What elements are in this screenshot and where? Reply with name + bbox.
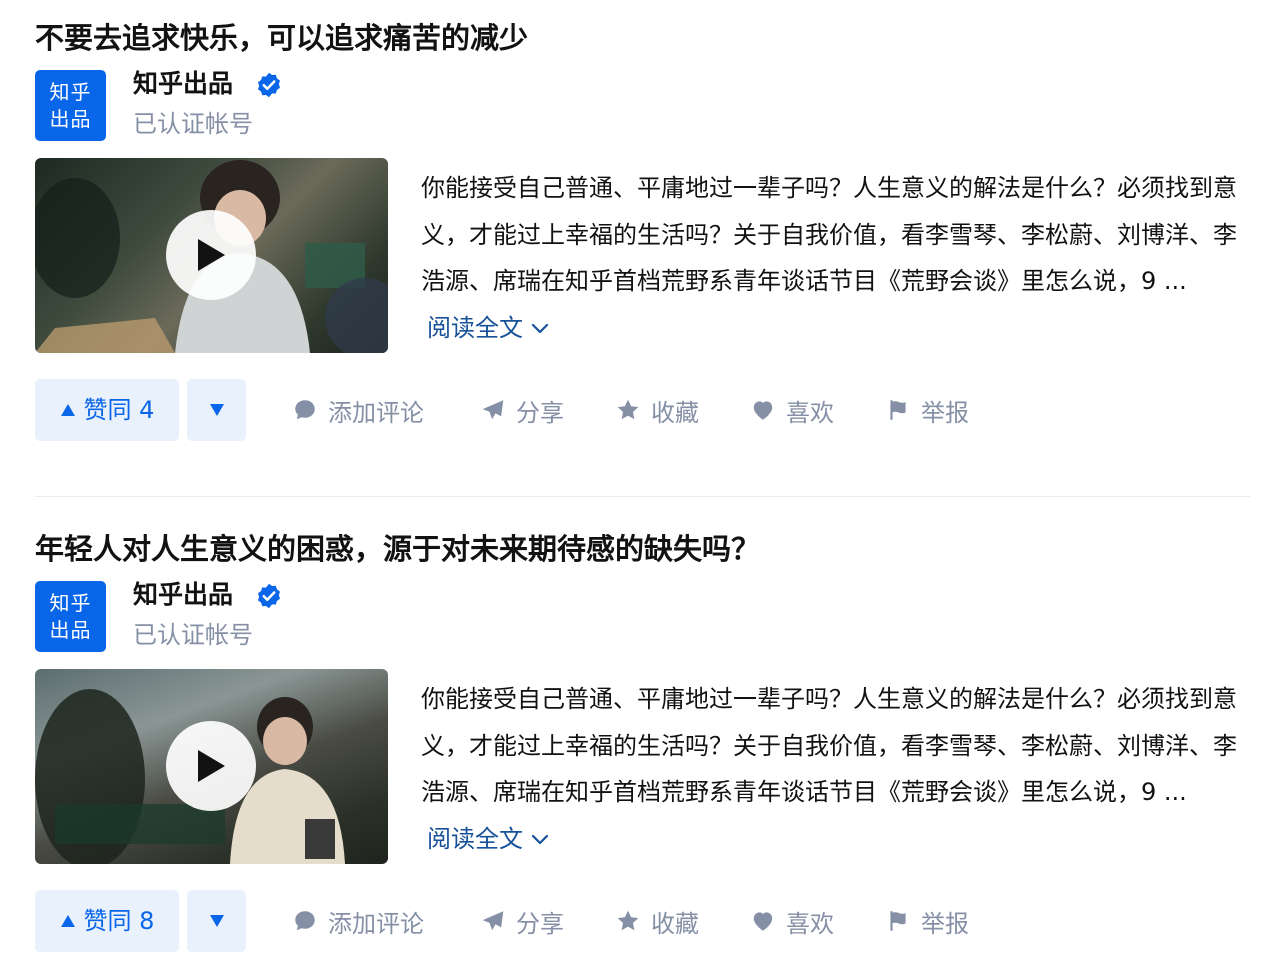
vote-up-label: 赞同 8 (83, 907, 155, 935)
comment-bubble-icon (295, 911, 315, 931)
comment-button[interactable]: 添加评论 (292, 890, 424, 952)
heart-icon (753, 912, 773, 931)
like-button[interactable]: 喜欢 (750, 890, 834, 952)
like-button[interactable]: 喜欢 (750, 379, 834, 441)
share-button[interactable]: 分享 (480, 890, 564, 952)
vote-up-button[interactable]: 赞同 4 (35, 379, 179, 441)
excerpt-text: 你能接受自己普通、平庸地过一辈子吗？人生意义的解法是什么？必须找到意义，才能过上… (421, 685, 1237, 806)
heart-icon (753, 401, 773, 420)
author-badge-text: 已认证帐号 (133, 110, 253, 138)
author-avatar[interactable]: 知乎 出品 (35, 581, 106, 652)
item-excerpt[interactable]: 你能接受自己普通、平庸地过一辈子吗？人生意义的解法是什么？必须找到意义，才能过上… (421, 676, 1241, 862)
author-badge-text: 已认证帐号 (133, 621, 253, 649)
item-title[interactable]: 不要去追求快乐，可以追求痛苦的减少 (35, 18, 528, 58)
play-icon (198, 750, 225, 782)
report-label: 举报 (921, 398, 969, 427)
star-icon (617, 399, 639, 420)
triangle-up-icon (60, 404, 75, 416)
star-icon (617, 910, 639, 931)
report-label: 举报 (921, 909, 969, 938)
vote-down-button[interactable] (187, 379, 246, 441)
paper-plane-icon (482, 911, 504, 931)
collect-button[interactable]: 收藏 (615, 890, 699, 952)
author-avatar[interactable]: 知乎 出品 (35, 70, 106, 141)
vote-up-label: 赞同 4 (83, 396, 155, 424)
item-title[interactable]: 年轻人对人生意义的困惑，源于对未来期待感的缺失吗？ (35, 529, 760, 569)
feed-list: 不要去追求快乐，可以追求痛苦的减少 知乎 出品 知乎出品 已认证帐号 你能接受自… (0, 0, 1280, 971)
excerpt-text: 你能接受自己普通、平庸地过一辈子吗？人生意义的解法是什么？必须找到意义，才能过上… (421, 174, 1237, 295)
triangle-down-icon (209, 915, 224, 927)
read-more-link[interactable]: 阅读全文 (427, 825, 549, 853)
comment-button[interactable]: 添加评论 (292, 379, 424, 441)
triangle-down-icon (209, 404, 224, 416)
comment-label: 添加评论 (328, 398, 424, 427)
share-button[interactable]: 分享 (480, 379, 564, 441)
video-thumbnail[interactable] (35, 669, 388, 864)
comment-label: 添加评论 (328, 909, 424, 938)
item-excerpt[interactable]: 你能接受自己普通、平庸地过一辈子吗？人生意义的解法是什么？必须找到意义，才能过上… (421, 165, 1241, 351)
avatar-text-line2: 出品 (49, 617, 92, 642)
vote-down-button[interactable] (187, 890, 246, 952)
play-icon (198, 239, 225, 271)
like-label: 喜欢 (786, 909, 834, 938)
read-more-label: 阅读全文 (427, 824, 523, 853)
item-divider (35, 496, 1250, 497)
collect-label: 收藏 (651, 398, 699, 427)
author-info: 知乎 出品 知乎出品 已认证帐号 (35, 67, 435, 142)
like-label: 喜欢 (786, 398, 834, 427)
chevron-down-icon (531, 323, 549, 333)
verified-check-icon (258, 583, 280, 609)
avatar-text-line2: 出品 (49, 106, 92, 131)
video-thumbnail[interactable] (35, 158, 388, 353)
comment-bubble-icon (295, 400, 315, 420)
play-button[interactable] (166, 721, 256, 811)
read-more-link[interactable]: 阅读全文 (427, 314, 549, 342)
report-button[interactable]: 举报 (885, 890, 969, 952)
share-label: 分享 (516, 909, 564, 938)
author-name[interactable]: 知乎出品 (133, 578, 233, 612)
play-button[interactable] (166, 210, 256, 300)
avatar-text-line1: 知乎 (49, 79, 92, 104)
author-info: 知乎 出品 知乎出品 已认证帐号 (35, 578, 435, 653)
paper-plane-icon (482, 400, 504, 420)
read-more-label: 阅读全文 (427, 313, 523, 342)
verified-check-icon (258, 72, 280, 98)
flag-icon (890, 911, 906, 931)
avatar-text-line1: 知乎 (49, 590, 92, 615)
flag-icon (890, 400, 906, 420)
action-bar: 赞同 4 添加评论 分享 收藏 喜欢 举报 (35, 379, 1035, 441)
collect-button[interactable]: 收藏 (615, 379, 699, 441)
triangle-up-icon (60, 915, 75, 927)
report-button[interactable]: 举报 (885, 379, 969, 441)
vote-up-button[interactable]: 赞同 8 (35, 890, 179, 952)
collect-label: 收藏 (651, 909, 699, 938)
chevron-down-icon (531, 834, 549, 844)
author-name[interactable]: 知乎出品 (133, 67, 233, 101)
action-bar: 赞同 8 添加评论 分享 收藏 喜欢 举报 (35, 890, 1035, 952)
share-label: 分享 (516, 398, 564, 427)
